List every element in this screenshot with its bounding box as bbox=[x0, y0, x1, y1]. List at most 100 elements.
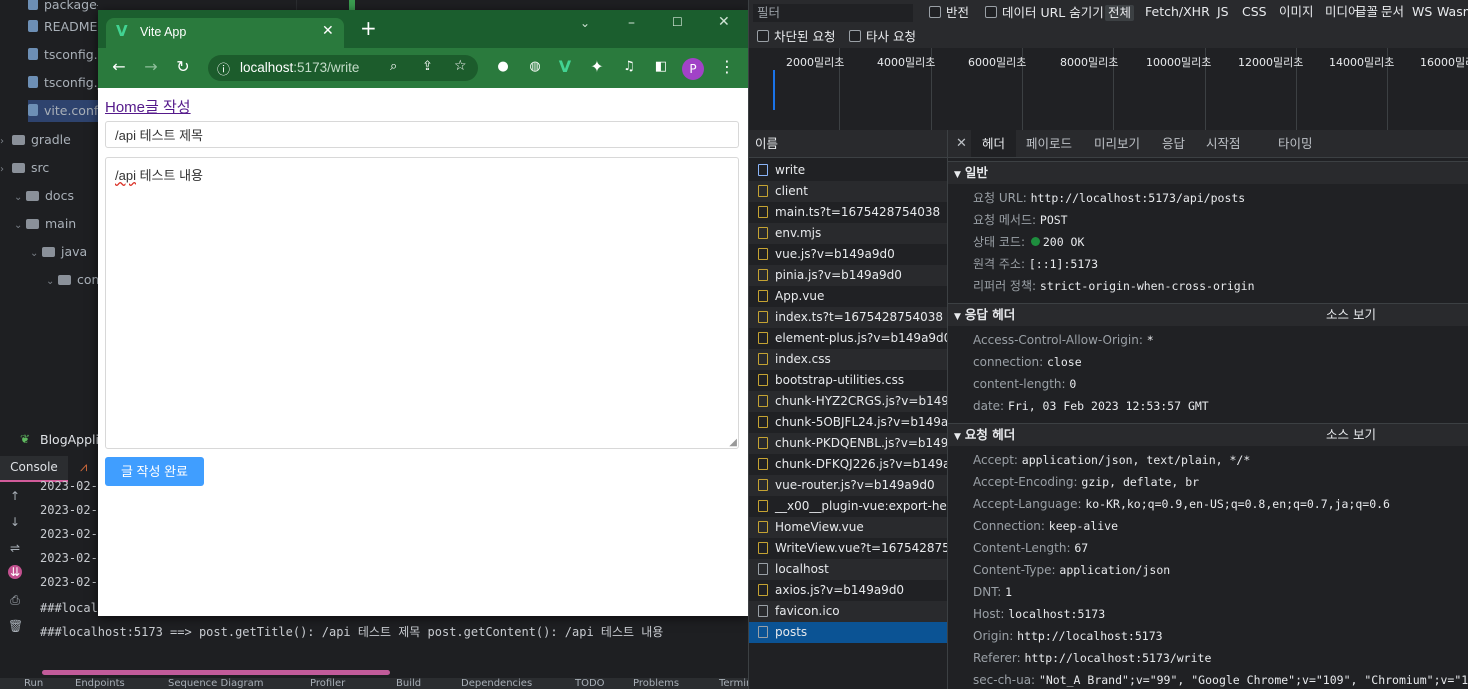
forward-icon[interactable]: → bbox=[140, 57, 162, 79]
tool-window-tab[interactable]: Run bbox=[24, 678, 43, 689]
request-row[interactable]: env.mjs bbox=[749, 223, 947, 244]
media-control-icon[interactable]: ♫ bbox=[618, 57, 640, 79]
type-filter-8[interactable]: WS bbox=[1412, 5, 1432, 19]
tab-search-icon[interactable]: ⌄ bbox=[580, 16, 590, 30]
third-party-check-box[interactable] bbox=[849, 30, 861, 42]
header-value[interactable]: application/json bbox=[1059, 563, 1170, 577]
tree-item[interactable]: ⌄ main bbox=[14, 213, 98, 235]
detail-tab-0[interactable]: 헤더 bbox=[971, 130, 1017, 157]
request-row[interactable]: index.css bbox=[749, 349, 947, 370]
chevron-icon[interactable]: ⌄ bbox=[46, 271, 58, 291]
request-row[interactable]: vue-router.js?v=b149a9d0 bbox=[749, 475, 947, 496]
minimize-icon[interactable]: – bbox=[628, 15, 635, 31]
header-value[interactable]: [::1]:5173 bbox=[1029, 257, 1098, 271]
request-row[interactable]: chunk-5OBJFL24.js?v=b149a9... bbox=[749, 412, 947, 433]
header-value[interactable]: Fri, 03 Feb 2023 12:53:57 GMT bbox=[1008, 399, 1209, 413]
header-value[interactable]: 200 OK bbox=[1043, 235, 1085, 249]
maximize-icon[interactable]: ☐ bbox=[672, 15, 683, 29]
name-column-header[interactable]: 이름 bbox=[749, 130, 947, 158]
request-row[interactable]: main.ts?t=1675428754038 bbox=[749, 202, 947, 223]
type-filter-0[interactable]: 전체 bbox=[1105, 5, 1135, 21]
header-value[interactable]: POST bbox=[1040, 213, 1068, 227]
tree-item[interactable]: › gradle bbox=[0, 129, 98, 151]
tool-window-tab[interactable]: Build bbox=[396, 678, 421, 689]
close-detail-icon[interactable]: ✕ bbox=[956, 130, 967, 157]
third-party-checkbox[interactable]: 타사 요청 bbox=[849, 30, 916, 44]
header-value[interactable]: "Not_A Brand";v="99", "Google Chrome";v=… bbox=[1039, 673, 1468, 687]
home-link[interactable]: Home bbox=[105, 99, 145, 116]
extensions-puzzle-icon[interactable]: ✦ bbox=[586, 57, 608, 79]
chevron-icon[interactable]: › bbox=[0, 131, 12, 151]
type-filter-9[interactable]: Wasm bbox=[1437, 5, 1468, 19]
request-row[interactable]: bootstrap-utilities.css bbox=[749, 370, 947, 391]
request-row[interactable]: localhost bbox=[749, 559, 947, 580]
tool-window-tab[interactable]: Sequence Diagram bbox=[168, 678, 263, 689]
type-filter-6[interactable]: 글꼴 bbox=[1355, 5, 1378, 19]
hide-data-urls-check-box[interactable] bbox=[985, 6, 997, 18]
chevron-icon[interactable]: ⌄ bbox=[30, 243, 42, 263]
close-tab-icon[interactable]: ✕ bbox=[322, 23, 334, 39]
bookmark-star-icon[interactable]: ☆ bbox=[454, 58, 467, 74]
tool-window-tab[interactable]: TODO bbox=[575, 678, 605, 689]
header-value[interactable]: application/json, text/plain, */* bbox=[1022, 453, 1250, 467]
request-row[interactable]: chunk-DFKQJ226.js?v=b149a... bbox=[749, 454, 947, 475]
scroll-up-icon[interactable]: ↑ bbox=[8, 489, 22, 503]
header-value[interactable]: close bbox=[1047, 355, 1082, 369]
tool-window-tab[interactable]: Endpoints bbox=[75, 678, 125, 689]
vue-devtools-icon[interactable]: V bbox=[554, 57, 576, 79]
menu-kebab-icon[interactable]: ⋮ bbox=[716, 57, 738, 79]
request-row[interactable]: write bbox=[749, 160, 947, 181]
write-link[interactable]: 글 작성 bbox=[145, 99, 191, 116]
network-timeline[interactable]: 2000밀리초 4000밀리초 6000밀리초 8000밀리초 10000밀리초 1200… bbox=[749, 48, 1468, 131]
request-row[interactable]: __x00__plugin-vue:export-hel... bbox=[749, 496, 947, 517]
reload-icon[interactable]: ↻ bbox=[172, 57, 194, 79]
tool-window-tab[interactable]: Terminal bbox=[719, 678, 748, 689]
zoom-icon[interactable]: ⌕ bbox=[390, 59, 397, 74]
request-row[interactable]: element-plus.js?v=b149a9d0 bbox=[749, 328, 947, 349]
profile-avatar[interactable]: P bbox=[682, 58, 704, 80]
triangle-down-icon[interactable]: ▼ bbox=[954, 312, 961, 322]
tree-item[interactable]: README.md bbox=[28, 16, 98, 38]
extension-green-icon[interactable]: ● bbox=[492, 57, 514, 79]
scroll-down-icon[interactable]: ↓ bbox=[8, 515, 22, 529]
share-icon[interactable]: ⇪ bbox=[422, 59, 433, 74]
request-row[interactable]: HomeView.vue bbox=[749, 517, 947, 538]
tree-item[interactable]: package-lock.json bbox=[28, 0, 98, 16]
invert-checkbox[interactable]: 반전 bbox=[929, 6, 969, 20]
tool-window-tab[interactable]: Profiler bbox=[310, 678, 345, 689]
request-row[interactable]: WriteView.vue?t=1675428754... bbox=[749, 538, 947, 559]
detail-tab-5[interactable]: 타이밍 bbox=[1278, 130, 1313, 157]
type-filter-3[interactable]: CSS bbox=[1242, 5, 1267, 19]
tool-window-tab[interactable]: Dependencies bbox=[461, 678, 532, 689]
request-row[interactable]: index.ts?t=1675428754038 bbox=[749, 307, 947, 328]
content-textarea[interactable]: /api 테스트 내용 ◢ bbox=[105, 157, 739, 449]
chevron-icon[interactable]: ⌄ bbox=[14, 215, 26, 235]
header-value[interactable]: localhost:5173 bbox=[1008, 607, 1105, 621]
triangle-down-icon[interactable]: ▼ bbox=[954, 170, 961, 180]
request-row[interactable]: axios.js?v=b149a9d0 bbox=[749, 580, 947, 601]
section-header[interactable]: ▼ 일반 bbox=[948, 161, 1468, 184]
tree-item[interactable]: ⌄ java bbox=[30, 241, 98, 263]
chevron-icon[interactable]: › bbox=[0, 159, 12, 179]
type-filter-1[interactable]: Fetch/XHR bbox=[1145, 5, 1210, 19]
header-value[interactable]: ko-KR,ko;q=0.9,en-US;q=0.8,en;q=0.7,ja;q… bbox=[1085, 497, 1390, 511]
new-tab-button[interactable]: + bbox=[360, 18, 377, 38]
submit-post-button[interactable]: 글 작성 완료 bbox=[105, 457, 204, 486]
back-icon[interactable]: ← bbox=[108, 57, 130, 79]
horizontal-scrollbar[interactable] bbox=[42, 670, 390, 675]
type-filter-7[interactable]: 문서 bbox=[1381, 5, 1404, 19]
window-close-icon[interactable]: ✕ bbox=[718, 14, 730, 30]
tree-item[interactable]: ⌄ com bbox=[46, 269, 98, 291]
hide-data-urls-checkbox[interactable]: 데이터 URL 숨기기 bbox=[985, 6, 1104, 20]
blocked-requests-checkbox[interactable]: 차단된 요청 bbox=[757, 30, 835, 44]
trash-icon[interactable]: 🗑 bbox=[8, 619, 23, 633]
soft-wrap-icon[interactable]: ⇌ bbox=[8, 541, 22, 555]
request-row[interactable]: pinia.js?v=b149a9d0 bbox=[749, 265, 947, 286]
chevron-icon[interactable]: ⌄ bbox=[14, 187, 26, 207]
extension-circle-icon[interactable]: ◍ bbox=[524, 57, 546, 79]
site-info-icon[interactable]: ⓘ bbox=[217, 59, 230, 78]
actuator-icon[interactable]: ⩘ bbox=[80, 460, 87, 475]
invert-check-box[interactable] bbox=[929, 6, 941, 18]
type-filter-2[interactable]: JS bbox=[1217, 5, 1229, 19]
request-row[interactable]: chunk-HYZ2CRGS.js?v=b149a... bbox=[749, 391, 947, 412]
